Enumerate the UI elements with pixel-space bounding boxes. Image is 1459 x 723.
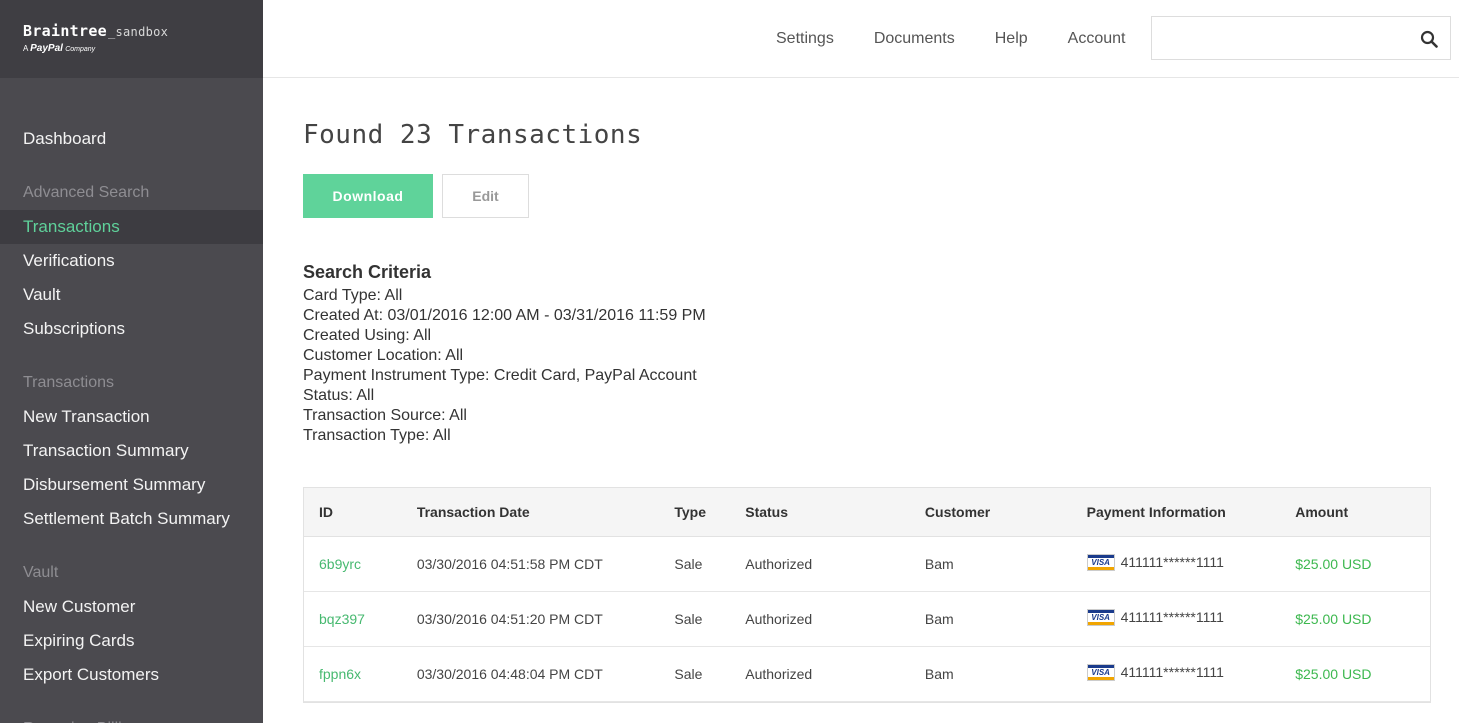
payment-information: VISA 411111******1111 xyxy=(1086,553,1296,571)
main-content: Found 23 Transactions Download Edit Sear… xyxy=(303,78,1431,703)
transaction-customer: Bam xyxy=(924,556,954,572)
sidebar-item-new-customer[interactable]: New Customer xyxy=(0,590,263,624)
search-criteria: Search Criteria Card Type: All Created A… xyxy=(303,262,1431,446)
transaction-date: 03/30/2016 04:48:04 PM CDT xyxy=(416,666,603,682)
transaction-type: Sale xyxy=(674,556,703,572)
column-header-customer[interactable]: Customer xyxy=(925,504,1087,520)
transaction-status: Authorized xyxy=(745,611,813,627)
sidebar-item-disbursement-summary[interactable]: Disbursement Summary xyxy=(0,468,263,502)
card-number: 411111******1111 xyxy=(1120,609,1224,625)
transaction-amount: $25.00 USD xyxy=(1295,611,1372,627)
sidebar-header-advanced-search: Advanced Search xyxy=(23,184,150,201)
criteria-customer-location: Customer Location: All xyxy=(303,347,464,364)
transaction-status: Authorized xyxy=(745,556,813,572)
table-row: bqz397 03/30/2016 04:51:20 PM CDT Sale A… xyxy=(304,592,1430,647)
edit-button[interactable]: Edit xyxy=(442,174,529,218)
sidebar-item-verifications[interactable]: Verifications xyxy=(0,244,263,278)
sidebar-item-dashboard[interactable]: Dashboard xyxy=(0,122,263,156)
visa-card-icon: VISA xyxy=(1086,608,1115,626)
search-icon[interactable] xyxy=(1420,30,1438,48)
criteria-status: Status: All xyxy=(303,387,375,404)
top-nav: Settings Documents Help Account xyxy=(776,0,1165,78)
logo-tagline: A PayPal Company xyxy=(23,43,96,54)
transaction-amount: $25.00 USD xyxy=(1295,666,1372,682)
card-number: 411111******1111 xyxy=(1120,664,1224,680)
criteria-payment-instrument-type: Payment Instrument Type: Credit Card, Pa… xyxy=(303,367,697,384)
transaction-customer: Bam xyxy=(924,611,954,627)
search-criteria-title: Search Criteria xyxy=(303,262,432,282)
sidebar: Braintree_sandbox A PayPal Company Dashb… xyxy=(0,0,263,723)
criteria-created-at: Created At: 03/01/2016 12:00 AM - 03/31/… xyxy=(303,307,706,324)
logo-name: Braintree xyxy=(23,22,107,40)
criteria-transaction-type: Transaction Type: All xyxy=(303,427,451,444)
visa-card-icon: VISA xyxy=(1086,553,1115,571)
transaction-amount: $25.00 USD xyxy=(1295,556,1372,572)
sidebar-item-transactions-search[interactable]: Transactions xyxy=(0,210,263,244)
visa-card-icon: VISA xyxy=(1086,663,1115,681)
action-bar: Download Edit xyxy=(303,174,1431,218)
column-header-status[interactable]: Status xyxy=(745,504,925,520)
criteria-card-type: Card Type: All xyxy=(303,287,403,304)
logo[interactable]: Braintree_sandbox A PayPal Company xyxy=(0,0,263,78)
page-title: Found 23 Transactions xyxy=(303,120,643,150)
column-header-amount[interactable]: Amount xyxy=(1295,504,1430,520)
transaction-id-link[interactable]: 6b9yrc xyxy=(319,556,361,572)
search-box xyxy=(1151,16,1451,60)
download-button[interactable]: Download xyxy=(303,174,433,218)
logo-env: _sandbox xyxy=(107,25,169,39)
sidebar-nav: Dashboard Advanced Search Transactions V… xyxy=(0,78,263,723)
nav-account[interactable]: Account xyxy=(1068,30,1126,48)
transaction-customer: Bam xyxy=(924,666,954,682)
sidebar-item-expiring-cards[interactable]: Expiring Cards xyxy=(0,624,263,658)
card-number: 411111******1111 xyxy=(1120,554,1224,570)
sidebar-item-vault-search[interactable]: Vault xyxy=(0,278,263,312)
sidebar-header-recurring-billing: Recurring Billing xyxy=(0,712,263,723)
criteria-created-using: Created Using: All xyxy=(303,327,432,344)
transaction-type: Sale xyxy=(674,666,703,682)
top-bar: Settings Documents Help Account xyxy=(263,0,1459,78)
table-row: fppn6x 03/30/2016 04:48:04 PM CDT Sale A… xyxy=(304,647,1430,702)
sidebar-header-vault: Vault xyxy=(23,564,59,581)
payment-information: VISA 411111******1111 xyxy=(1086,663,1296,681)
column-header-payment-information[interactable]: Payment Information xyxy=(1087,504,1296,520)
sidebar-item-subscriptions[interactable]: Subscriptions xyxy=(0,312,263,346)
criteria-transaction-source: Transaction Source: All xyxy=(303,407,467,424)
transaction-type: Sale xyxy=(674,611,703,627)
sidebar-item-new-transaction[interactable]: New Transaction xyxy=(0,400,263,434)
transactions-table: ID Transaction Date Type Status Customer… xyxy=(303,487,1431,703)
table-header: ID Transaction Date Type Status Customer… xyxy=(304,488,1430,537)
sidebar-item-transaction-summary[interactable]: Transaction Summary xyxy=(0,434,263,468)
transaction-date: 03/30/2016 04:51:20 PM CDT xyxy=(416,611,603,627)
column-header-transaction-date[interactable]: Transaction Date xyxy=(417,504,675,520)
nav-settings[interactable]: Settings xyxy=(776,30,834,48)
column-header-id[interactable]: ID xyxy=(304,504,417,520)
payment-information: VISA 411111******1111 xyxy=(1086,608,1296,626)
transaction-date: 03/30/2016 04:51:58 PM CDT xyxy=(416,556,603,572)
table-row: 6b9yrc 03/30/2016 04:51:58 PM CDT Sale A… xyxy=(304,537,1430,592)
sidebar-item-settlement-batch-summary[interactable]: Settlement Batch Summary xyxy=(0,502,263,536)
transaction-status: Authorized xyxy=(745,666,813,682)
column-header-type[interactable]: Type xyxy=(674,504,745,520)
transaction-id-link[interactable]: bqz397 xyxy=(319,611,365,627)
nav-help[interactable]: Help xyxy=(995,30,1028,48)
search-input[interactable] xyxy=(1152,17,1402,59)
sidebar-header-transactions: Transactions xyxy=(23,374,114,391)
nav-documents[interactable]: Documents xyxy=(874,30,955,48)
sidebar-item-export-customers[interactable]: Export Customers xyxy=(0,658,263,692)
transaction-id-link[interactable]: fppn6x xyxy=(319,666,361,682)
